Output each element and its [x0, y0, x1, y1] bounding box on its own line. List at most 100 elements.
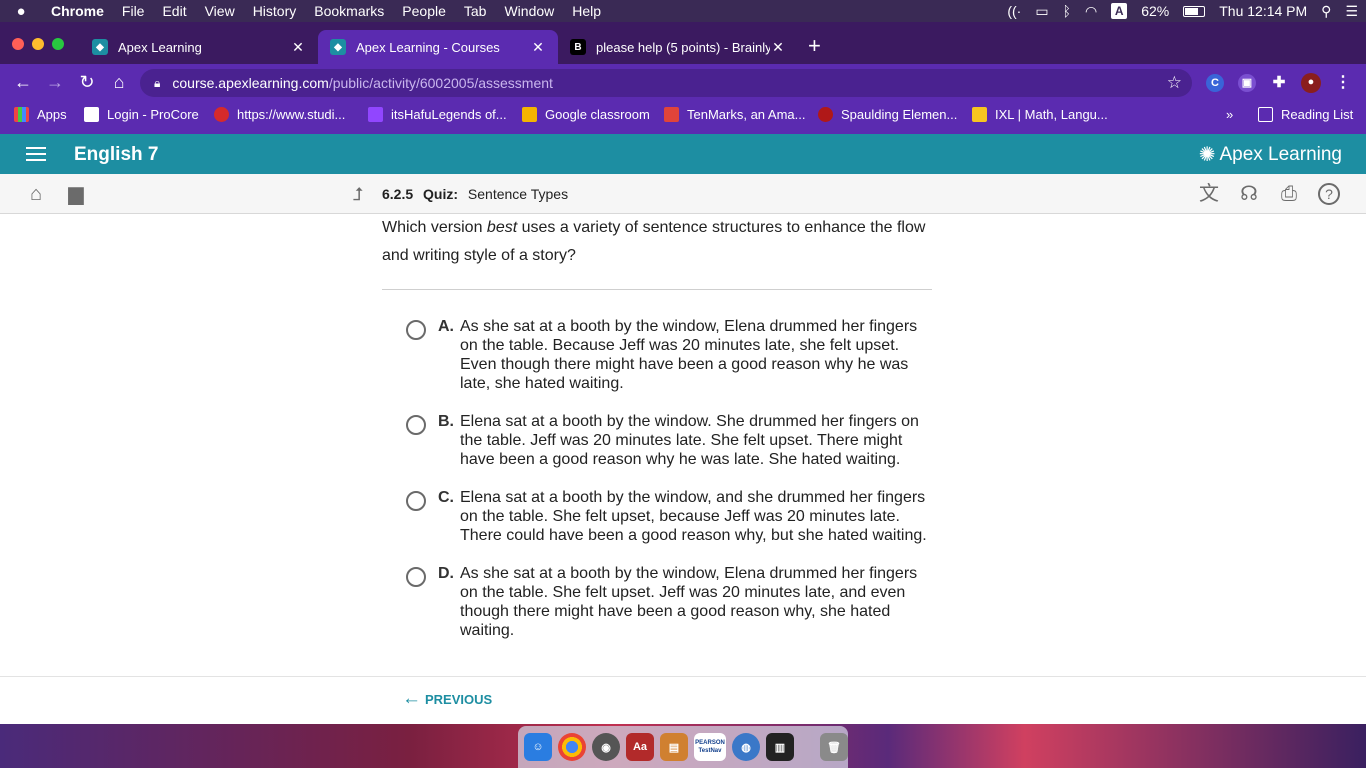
menu-file[interactable]: File — [113, 0, 154, 22]
assessment-footer: ← PREVIOUS — [0, 676, 1366, 724]
minimize-window-button[interactable] — [32, 38, 44, 50]
tab-apex-courses[interactable]: ◆ Apex Learning - Courses ✕ — [318, 30, 558, 64]
breadcrumb: 6.2.5 Quiz: Sentence Types — [382, 186, 568, 202]
menu-window[interactable]: Window — [495, 0, 563, 22]
close-tab-icon[interactable]: ✕ — [530, 39, 546, 56]
apex-logo-mark-icon: ✺ — [1198, 144, 1216, 166]
reading-list-button[interactable]: Reading List — [1258, 107, 1353, 122]
bookmark-spaulding[interactable]: Spaulding Elemen... — [818, 107, 957, 122]
home-icon[interactable]: ⌂ — [25, 183, 47, 205]
left-arrow-icon: ← — [402, 688, 421, 709]
translate-icon[interactable]: 文 — [1198, 183, 1220, 205]
browser-toolbar: ← → ↻ ⌂ 🔒︎ course.apexlearning.com/publi… — [0, 64, 1366, 102]
spaulding-favicon-icon — [818, 107, 833, 122]
back-arrow-icon[interactable]: ← — [12, 72, 34, 93]
home-icon[interactable]: ⌂ — [108, 72, 130, 93]
bookmarks-bar: Apps Login - ProCore https://www.studi..… — [0, 102, 1366, 128]
clock[interactable]: Thu 12:14 PM — [1219, 3, 1307, 19]
bookmark-label: TenMarks, an Ama... — [687, 107, 806, 122]
bookmark-label: Apps — [37, 107, 67, 122]
apple-icon[interactable]: ● — [0, 3, 42, 20]
launchpad-icon[interactable]: ◉ — [592, 733, 620, 761]
profile-avatar[interactable]: ● — [1301, 73, 1321, 93]
reload-icon[interactable]: ↻ — [76, 72, 98, 93]
url-path: /public/activity/6002005/assessment — [328, 75, 553, 91]
finder-icon[interactable]: ☺ — [524, 733, 552, 761]
input-source-indicator[interactable]: A — [1111, 3, 1128, 19]
dictionary-icon[interactable]: Aa — [626, 733, 654, 761]
radio-button-d[interactable] — [406, 567, 426, 587]
radio-button-b[interactable] — [406, 415, 426, 435]
bluetooth-icon[interactable]: ᛒ — [1063, 3, 1071, 19]
menu-people[interactable]: People — [393, 0, 455, 22]
lock-icon[interactable]: 🔒︎ — [154, 76, 160, 91]
close-tab-icon[interactable]: ✕ — [770, 39, 786, 56]
menu-help[interactable]: Help — [563, 0, 610, 22]
tab-brainly[interactable]: B please help (5 points) - Brainly ✕ — [558, 30, 798, 64]
trash-icon[interactable]: 🗑︎ — [820, 733, 848, 761]
bookmark-ixl[interactable]: IXL | Math, Langu... — [972, 107, 1108, 122]
bookmark-procore[interactable]: Login - ProCore — [84, 107, 199, 122]
previous-button[interactable]: ← PREVIOUS — [402, 688, 492, 709]
new-tab-button[interactable]: + — [808, 34, 821, 58]
battery-icon[interactable] — [1183, 5, 1206, 17]
answer-option-c[interactable]: C. Elena sat at a booth by the window, a… — [406, 488, 936, 545]
up-level-arrow-icon[interactable]: ⮥ — [347, 183, 369, 205]
answer-option-b[interactable]: B. Elena sat at a booth by the window. S… — [406, 412, 936, 469]
print-icon[interactable]: ⎙ — [1278, 183, 1300, 205]
hamburger-menu-icon[interactable] — [26, 147, 46, 161]
answer-option-a[interactable]: A. As she sat at a booth by the window, … — [406, 317, 936, 393]
menu-history[interactable]: History — [244, 0, 306, 22]
extension-cast-icon[interactable]: ▣ — [1238, 74, 1256, 92]
menu-view[interactable]: View — [196, 0, 244, 22]
zoom-window-button[interactable] — [52, 38, 64, 50]
forward-arrow-icon[interactable]: → — [44, 72, 66, 93]
text-to-speech-icon[interactable]: ☊ — [1238, 183, 1260, 205]
tab-title: please help (5 points) - Brainly — [596, 39, 770, 55]
briefcase-icon[interactable]: ▆ — [65, 183, 87, 205]
option-text[interactable]: As she sat at a booth by the window, Ele… — [460, 564, 936, 640]
chrome-icon[interactable] — [558, 733, 586, 761]
twitch-favicon-icon — [368, 107, 383, 122]
airplay-icon[interactable]: ▭ — [1035, 3, 1048, 20]
address-bar[interactable]: 🔒︎ course.apexlearning.com/public/activi… — [140, 69, 1192, 97]
battery-percent[interactable]: 62% — [1141, 3, 1169, 19]
answer-option-d[interactable]: D. As she sat at a booth by the window, … — [406, 564, 936, 640]
extensions-puzzle-icon[interactable]: ✚ — [1270, 74, 1288, 92]
question-prompt: Which version best uses a variety of sen… — [382, 214, 942, 270]
bookmark-google-classroom[interactable]: Google classroom — [522, 107, 650, 122]
question-divider — [382, 289, 932, 290]
radio-button-a[interactable] — [406, 320, 426, 340]
radio-button-c[interactable] — [406, 491, 426, 511]
activity-toolbar: ⌂ ▆ ⮥ 6.2.5 Quiz: Sentence Types 文 ☊ ⎙ ? — [0, 174, 1366, 214]
tab-title: Apex Learning — [118, 39, 202, 55]
menu-bookmarks[interactable]: Bookmarks — [305, 0, 393, 22]
bookmark-twitch[interactable]: itsHafuLegends of... — [368, 107, 507, 122]
menu-tab[interactable]: Tab — [455, 0, 496, 22]
bookmark-study[interactable]: https://www.studi... — [214, 107, 345, 122]
screen-mirroring-icon[interactable]: ((· — [1007, 3, 1021, 19]
control-center-icon[interactable]: ☰ — [1345, 3, 1358, 20]
menu-app-name[interactable]: Chrome — [42, 0, 113, 22]
notes-icon[interactable]: ▤ — [660, 733, 688, 761]
close-window-button[interactable] — [12, 38, 24, 50]
help-icon[interactable]: ? — [1318, 183, 1340, 205]
globe-app-icon[interactable]: ◍ — [732, 733, 760, 761]
bookmark-apps[interactable]: Apps — [14, 107, 67, 122]
option-text[interactable]: Elena sat at a booth by the window, and … — [460, 488, 936, 545]
bookmarks-overflow-chevron-icon[interactable]: » — [1226, 107, 1233, 122]
testnav-icon[interactable]: PEARSON TestNav — [694, 733, 726, 761]
menu-edit[interactable]: Edit — [153, 0, 195, 22]
piano-app-icon[interactable]: ▥ — [766, 733, 794, 761]
close-tab-icon[interactable]: ✕ — [290, 39, 306, 56]
chrome-menu-icon[interactable]: ⋮ — [1334, 74, 1352, 92]
extension-c-icon[interactable]: C — [1206, 74, 1224, 92]
apex-favicon-icon: ◆ — [92, 39, 108, 55]
spotlight-search-icon[interactable]: ⚲ — [1321, 3, 1331, 20]
tab-apex-learning[interactable]: ◆ Apex Learning ✕ — [80, 30, 318, 64]
bookmark-tenmarks[interactable]: TenMarks, an Ama... — [664, 107, 806, 122]
option-text[interactable]: Elena sat at a booth by the window. She … — [460, 412, 936, 469]
option-text[interactable]: As she sat at a booth by the window, Ele… — [460, 317, 936, 393]
bookmark-star-icon[interactable]: ☆ — [1167, 73, 1182, 93]
wifi-icon[interactable]: ◠ — [1085, 3, 1097, 20]
